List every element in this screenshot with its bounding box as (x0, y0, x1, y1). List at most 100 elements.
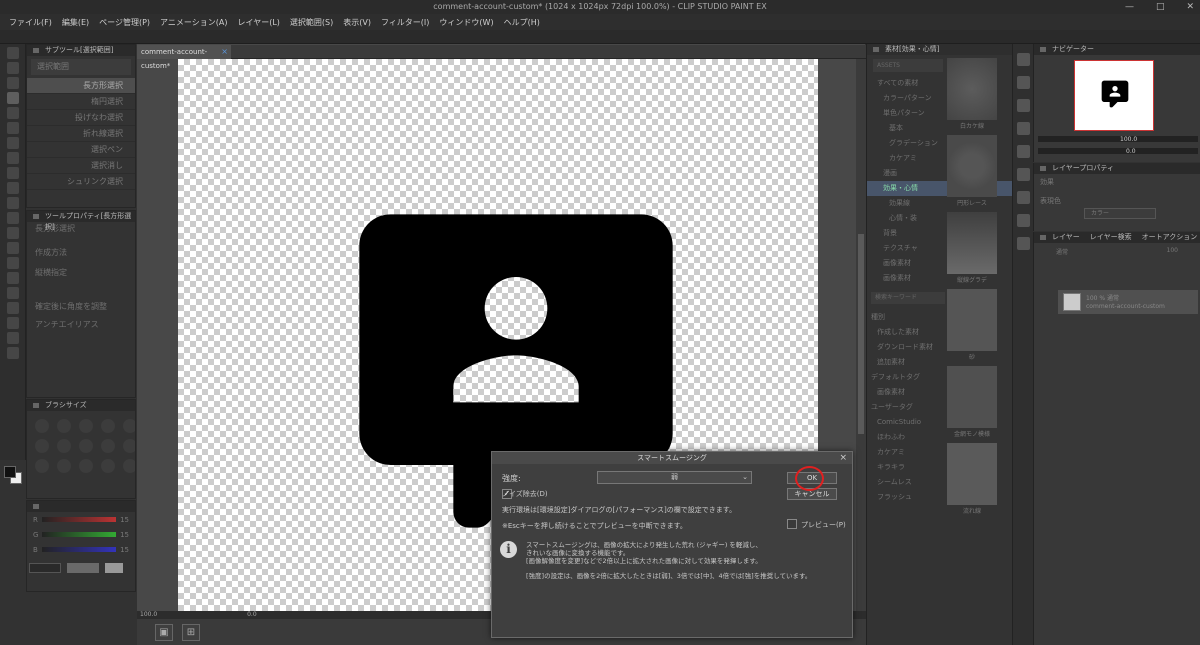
material-thumb[interactable]: 金網モノ模様 (947, 366, 997, 438)
layer-row[interactable]: 100 % 通常 comment-account-custom (1058, 290, 1198, 314)
page-list-button[interactable]: ▣ (155, 624, 173, 641)
subtool-shrink-select[interactable]: シュリンク選択 (27, 174, 135, 190)
slider-b-value[interactable]: 15 (120, 546, 129, 554)
operation-tool-icon[interactable] (7, 77, 19, 89)
decoration-tool-icon[interactable] (7, 197, 19, 209)
menu-page[interactable]: ページ管理(P) (99, 17, 150, 28)
balloon-tool-icon[interactable] (7, 332, 19, 344)
canvas-vertical-scrollbar[interactable] (856, 59, 866, 611)
menu-edit[interactable]: 編集(E) (62, 17, 89, 28)
auto-select-tool-icon[interactable] (7, 107, 19, 119)
menu-help[interactable]: ヘルプ(H) (504, 17, 540, 28)
timeline-icon[interactable] (1017, 237, 1030, 250)
eraser-tool-icon[interactable] (7, 212, 19, 224)
subtool-select-erase[interactable]: 選択消し (27, 158, 135, 174)
material-search-input[interactable]: 検索キーワード (871, 292, 945, 304)
pencil-tool-icon[interactable] (7, 152, 19, 164)
close-window-button[interactable]: ✕ (1186, 0, 1194, 14)
menu-window[interactable]: ウィンドウ(W) (439, 17, 493, 28)
material-thumb[interactable]: 縦線グラデ (947, 212, 997, 284)
material-thumb[interactable]: 砂 (947, 289, 997, 361)
subtool-lasso-select[interactable]: 投げなわ選択 (27, 110, 135, 126)
ruler-tool-icon[interactable] (7, 302, 19, 314)
tab-layer-search[interactable]: レイヤー検索 (1090, 232, 1132, 243)
menu-filter[interactable]: フィルター(I) (381, 17, 429, 28)
blend-tool-icon[interactable] (7, 227, 19, 239)
menu-selection[interactable]: 選択範囲(S) (290, 17, 333, 28)
preview-checkbox[interactable] (787, 519, 797, 529)
swatch-main[interactable] (29, 563, 61, 573)
menu-view[interactable]: 表示(V) (343, 17, 371, 28)
swatch-sub[interactable] (67, 563, 99, 573)
sub-view-icon[interactable] (1017, 191, 1030, 204)
menu-animation[interactable]: アニメーション(A) (160, 17, 227, 28)
slider-g-value[interactable]: 15 (120, 531, 129, 539)
slider-b[interactable]: B 15 (27, 542, 135, 557)
eyedropper-tool-icon[interactable] (7, 122, 19, 134)
subtool-select-pen[interactable]: 選択ペン (27, 142, 135, 158)
text-tool-icon[interactable] (7, 317, 19, 329)
swatch-transparent[interactable] (105, 563, 123, 573)
tab-layer[interactable]: レイヤー (1052, 232, 1080, 243)
layer-icon[interactable] (1017, 122, 1030, 135)
scroll-thumb[interactable] (858, 234, 864, 434)
fill-tool-icon[interactable] (7, 242, 19, 254)
slider-r[interactable]: R 15 (27, 512, 135, 527)
expression-color-select[interactable]: カラー (1084, 208, 1156, 219)
document-tab[interactable]: comment-account-custom* × (137, 45, 231, 70)
navigator-zoom-slider[interactable] (1038, 136, 1198, 142)
prop-creation-method[interactable]: 作成方法 (27, 246, 135, 260)
blend-mode-select[interactable]: 通常 (1056, 247, 1068, 256)
airbrush-tool-icon[interactable] (7, 182, 19, 194)
pen-tool-icon[interactable] (7, 137, 19, 149)
navigator-zoom[interactable]: 100.0 (1120, 136, 1137, 143)
material-thumb[interactable]: 流れ線 (947, 443, 997, 515)
prop-aspect[interactable]: 縦横指定 (27, 266, 135, 280)
menu-file[interactable]: ファイル(F) (9, 17, 52, 28)
slider-g[interactable]: G 15 (27, 527, 135, 542)
frame-tool-icon[interactable] (7, 287, 19, 299)
move-tool-icon[interactable] (7, 62, 19, 74)
correction-tool-icon[interactable] (7, 347, 19, 359)
close-icon[interactable]: × (839, 452, 847, 464)
zoom-tool-icon[interactable] (7, 47, 19, 59)
subtool-ellipse-select[interactable]: 楕円選択 (27, 94, 135, 110)
subtool-group[interactable]: 選択範囲 (31, 59, 131, 75)
page-icon[interactable] (1017, 145, 1030, 158)
figure-tool-icon[interactable] (7, 272, 19, 284)
minimize-button[interactable]: — (1125, 0, 1134, 14)
foreground-color-chip[interactable] (4, 466, 16, 478)
menu-layer[interactable]: レイヤー(L) (237, 17, 279, 28)
navigator-angle[interactable]: 0.0 (1126, 148, 1136, 155)
slider-r-value[interactable]: 15 (120, 516, 129, 524)
brush-size-grid[interactable] (27, 411, 135, 481)
subtool-rect-select[interactable]: 長方形選択 (27, 78, 135, 94)
material-thumb[interactable]: 円形レース (947, 135, 997, 207)
history-icon[interactable] (1017, 99, 1030, 112)
info-panel-icon[interactable] (1017, 214, 1030, 227)
maximize-button[interactable]: □ (1156, 0, 1165, 14)
layer-name[interactable]: comment-account-custom (1086, 303, 1165, 310)
tab-auto-action[interactable]: オートアクション (1142, 232, 1198, 243)
layout-button[interactable]: ⊞ (182, 624, 200, 641)
close-tab-icon[interactable]: × (221, 45, 228, 59)
color-chips[interactable] (2, 464, 24, 494)
gradient-tool-icon[interactable] (7, 257, 19, 269)
preview-label[interactable]: プレビュー(P) (801, 520, 846, 530)
noise-removal-label[interactable]: ノイズ除去(D) (502, 489, 548, 499)
search-icon[interactable] (1017, 53, 1030, 66)
strength-select[interactable]: 弱 ⌄ (597, 471, 752, 484)
zoom-value[interactable]: 100.0 (140, 611, 157, 618)
prop-antialias[interactable]: アンチエイリアス (27, 318, 135, 332)
subtool-polyline-select[interactable]: 折れ線選択 (27, 126, 135, 142)
color-icon[interactable] (1017, 168, 1030, 181)
material-icon[interactable] (1017, 76, 1030, 89)
brush-tool-icon[interactable] (7, 167, 19, 179)
navigator-rotate-slider[interactable] (1038, 148, 1198, 154)
material-assets-button[interactable]: ASSETS (873, 59, 943, 72)
material-thumb[interactable]: 白カケ線 (947, 58, 997, 130)
layer-opacity[interactable]: 100 (1167, 247, 1178, 256)
prop-adjust-angle[interactable]: 確定後に角度を調整 (27, 300, 135, 314)
selection-tool-icon[interactable] (7, 92, 19, 104)
angle-value[interactable]: 0.0 (247, 611, 257, 618)
